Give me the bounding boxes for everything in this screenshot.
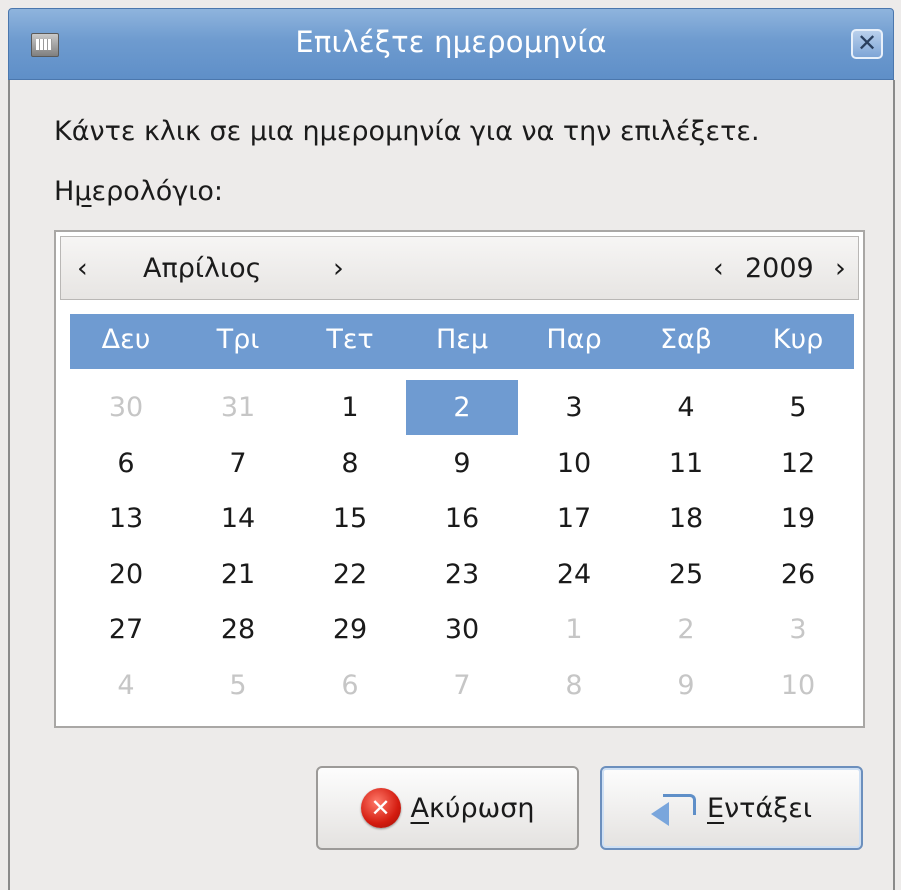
day-cell-other-month[interactable]: 2 <box>630 602 742 657</box>
next-year-button[interactable]: › <box>835 253 846 285</box>
month-label: Απρίλιος <box>143 253 262 284</box>
calendar-header: ‹ Απρίλιος › ‹ 2009 › <box>60 236 859 300</box>
calendar-widget[interactable]: ‹ Απρίλιος › ‹ 2009 › Δευ Τρι Τετ Πεμ Παρ Σαβ… <box>54 230 865 728</box>
calendar-label: Ημερολόγιο: <box>54 176 223 207</box>
ok-mnemonic: Ε <box>707 792 725 824</box>
day-cell[interactable]: 6 <box>70 436 182 491</box>
day-cell[interactable]: 24 <box>518 547 630 602</box>
ok-arrow-icon <box>651 790 697 826</box>
day-cell[interactable]: 11 <box>630 436 742 491</box>
calendar-label-mnemonic: μ <box>74 176 92 207</box>
day-cell[interactable]: 1 <box>294 380 406 435</box>
day-cell-other-month[interactable]: 31 <box>182 380 294 435</box>
calendar-label-before: Η <box>54 176 75 207</box>
day-cell[interactable]: 15 <box>294 491 406 546</box>
day-cell-other-month[interactable]: 4 <box>70 658 182 713</box>
day-cell[interactable]: 25 <box>630 547 742 602</box>
day-cell[interactable]: 23 <box>406 547 518 602</box>
day-cell[interactable]: 9 <box>406 436 518 491</box>
date-picker-dialog: Επιλέξτε ημερομηνία ✕ Κάντε κλικ σε μια … <box>0 0 901 890</box>
close-button[interactable]: ✕ <box>851 29 883 59</box>
prev-year-button[interactable]: ‹ <box>713 253 724 285</box>
day-cell[interactable]: 12 <box>742 436 854 491</box>
day-cell-other-month[interactable]: 8 <box>518 658 630 713</box>
cancel-button-label: Ακύρωση <box>411 793 535 824</box>
day-cell-other-month[interactable]: 7 <box>406 658 518 713</box>
day-cell[interactable]: 7 <box>182 436 294 491</box>
window-border-right <box>893 80 895 890</box>
title-bar[interactable]: Επιλέξτε ημερομηνία ✕ <box>8 8 894 80</box>
day-cell[interactable]: 28 <box>182 602 294 657</box>
ok-label-rest: ντάξει <box>724 792 812 824</box>
instruction-text: Κάντε κλικ σε μια ημερομηνία για να την … <box>54 116 760 147</box>
weekday-label: Τρι <box>216 324 260 355</box>
day-cell[interactable]: 29 <box>294 602 406 657</box>
year-label: 2009 <box>745 253 814 284</box>
day-cell[interactable]: 8 <box>294 436 406 491</box>
day-cell-other-month[interactable]: 1 <box>518 602 630 657</box>
calendar-label-after: ερολόγιο: <box>91 176 223 207</box>
weekday-label: Κυρ <box>772 324 824 355</box>
cancel-icon: ✕ <box>360 788 401 828</box>
cancel-mnemonic: Α <box>410 792 429 824</box>
day-cell[interactable]: 10 <box>518 436 630 491</box>
day-cell[interactable]: 3 <box>518 380 630 435</box>
weekday-label: Τετ <box>326 324 374 355</box>
day-cell[interactable]: 16 <box>406 491 518 546</box>
day-cell[interactable]: 14 <box>182 491 294 546</box>
day-cell[interactable]: 21 <box>182 547 294 602</box>
cancel-button[interactable]: ✕ Ακύρωση <box>316 766 579 850</box>
day-cell-other-month[interactable]: 5 <box>182 658 294 713</box>
day-cell[interactable]: 17 <box>518 491 630 546</box>
weekday-label: Πεμ <box>435 324 489 355</box>
day-cell[interactable]: 13 <box>70 491 182 546</box>
day-cell[interactable]: 26 <box>742 547 854 602</box>
next-month-button[interactable]: › <box>333 253 344 285</box>
window-title: Επιλέξτε ημερομηνία <box>295 25 607 59</box>
day-cell[interactable]: 4 <box>630 380 742 435</box>
day-cell[interactable]: 5 <box>742 380 854 435</box>
weekday-label: Παρ <box>546 324 602 355</box>
day-cell-other-month[interactable]: 9 <box>630 658 742 713</box>
prev-month-button[interactable]: ‹ <box>77 253 88 285</box>
weekday-label: Σαβ <box>659 324 713 355</box>
ok-button-label: Εντάξει <box>707 793 812 824</box>
day-cell[interactable]: 22 <box>294 547 406 602</box>
day-cell-other-month[interactable]: 6 <box>294 658 406 713</box>
weekday-header-row: Δευ Τρι Τετ Πεμ Παρ Σαβ Κυρ <box>70 314 854 369</box>
ok-button[interactable]: Εντάξει <box>600 766 863 850</box>
day-cell-other-month[interactable]: 10 <box>742 658 854 713</box>
day-cell[interactable]: 30 <box>406 602 518 657</box>
day-cell-other-month[interactable]: 30 <box>70 380 182 435</box>
day-cell[interactable]: 18 <box>630 491 742 546</box>
day-cell[interactable]: 19 <box>742 491 854 546</box>
day-cell-other-month[interactable]: 3 <box>742 602 854 657</box>
weekday-label: Δευ <box>101 324 151 355</box>
day-cell[interactable]: 20 <box>70 547 182 602</box>
day-cell-selected[interactable]: 2 <box>406 380 518 435</box>
day-cell[interactable]: 27 <box>70 602 182 657</box>
window-border-left <box>8 80 10 890</box>
cancel-label-rest: κύρωση <box>428 792 535 824</box>
